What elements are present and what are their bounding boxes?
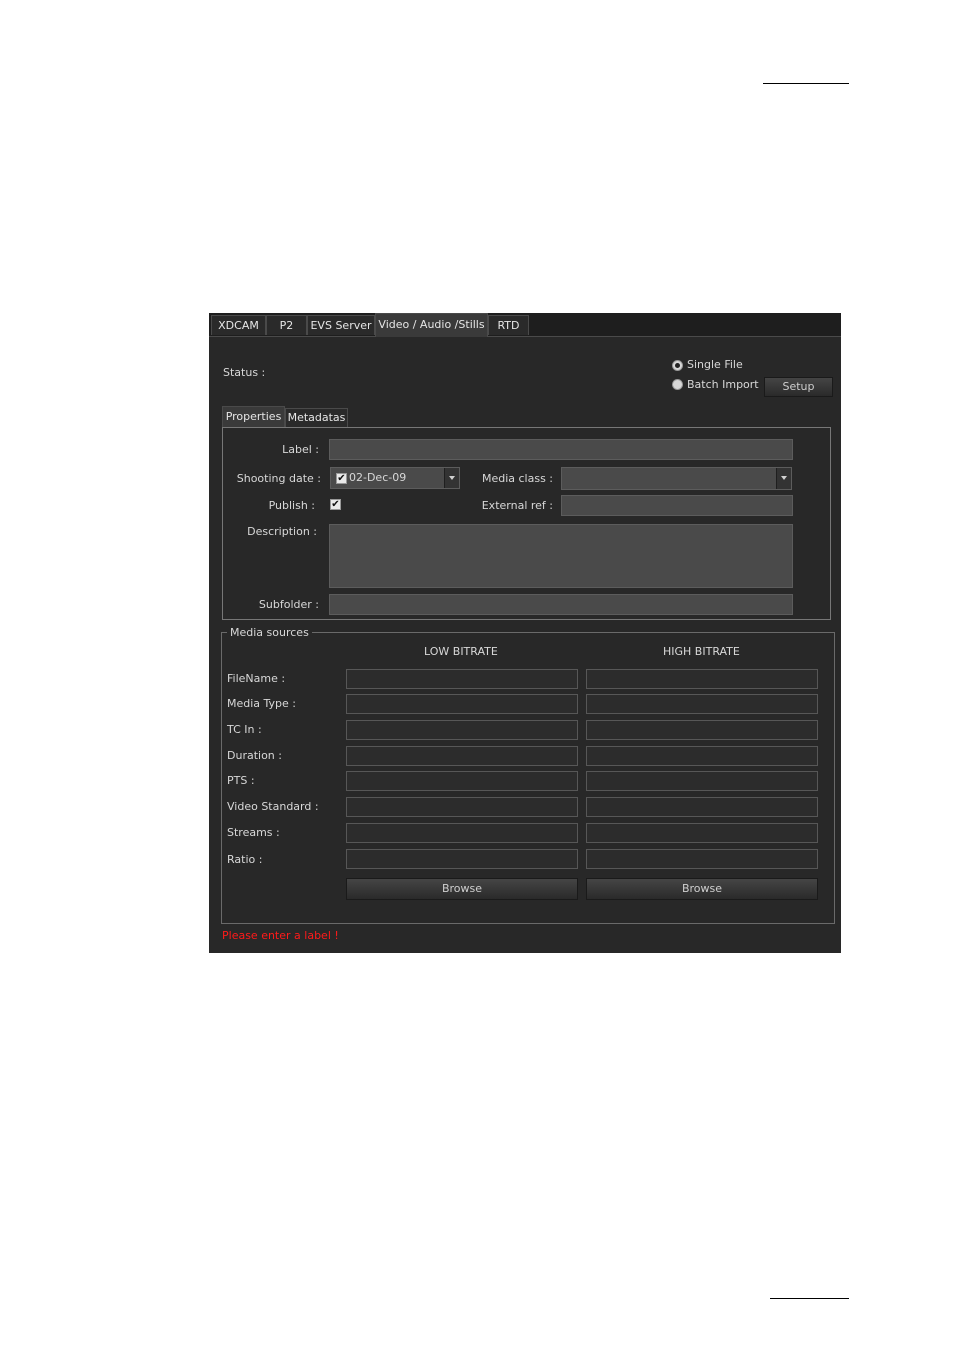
high-pts-field[interactable] <box>586 771 818 791</box>
source-tab-bar: XDCAM P2 EVS Server Video / Audio /Still… <box>209 313 841 337</box>
shooting-date-value: 02-Dec-09 <box>349 471 407 484</box>
media-row-label: FileName : <box>227 672 286 685</box>
media-sources-legend: Media sources <box>227 626 312 639</box>
single-file-label[interactable]: Single File <box>687 358 743 371</box>
low-bitrate-header: LOW BITRATE <box>424 645 498 658</box>
shooting-date-picker[interactable]: ✔ 02-Dec-09 <box>330 467 460 489</box>
media-row-label: Ratio : <box>227 853 263 866</box>
footer-rule <box>770 1298 849 1299</box>
subfolder-label: Subfolder : <box>258 598 319 611</box>
external-ref-input[interactable] <box>561 495 793 516</box>
high-video-standard-field[interactable] <box>586 797 818 817</box>
error-message: Please enter a label ! <box>222 929 339 942</box>
high-tc-in-field[interactable] <box>586 720 818 740</box>
batch-import-label[interactable]: Batch Import <box>687 378 759 391</box>
high-streams-field[interactable] <box>586 823 818 843</box>
media-row-label: Duration : <box>227 749 282 762</box>
high-bitrate-header: HIGH BITRATE <box>663 645 740 658</box>
media-row-label: PTS : <box>227 774 255 787</box>
publish-label: Publish : <box>268 499 315 512</box>
status-label: Status : <box>223 366 266 379</box>
high-filename-field[interactable] <box>586 669 818 689</box>
media-row-label: Video Standard : <box>227 800 319 813</box>
description-textarea[interactable] <box>329 524 793 588</box>
chevron-down-icon[interactable] <box>776 468 791 489</box>
low-duration-field[interactable] <box>346 746 578 766</box>
tab-metadatas[interactable]: Metadatas <box>285 408 348 427</box>
label-input[interactable] <box>329 439 793 460</box>
high-duration-field[interactable] <box>586 746 818 766</box>
browse-high-button[interactable]: Browse <box>586 878 818 900</box>
media-row-label: TC In : <box>227 723 262 736</box>
setup-button[interactable]: Setup <box>764 377 833 397</box>
tab-video-audio-stills[interactable]: Video / Audio /Stills <box>375 313 488 337</box>
tab-rtd[interactable]: RTD <box>488 315 529 335</box>
high-media-type-field[interactable] <box>586 694 818 714</box>
tab-properties[interactable]: Properties <box>222 406 285 427</box>
label-field-label: Label : <box>282 443 319 456</box>
batch-import-radio[interactable] <box>672 379 683 390</box>
low-video-standard-field[interactable] <box>346 797 578 817</box>
high-ratio-field[interactable] <box>586 849 818 869</box>
low-media-type-field[interactable] <box>346 694 578 714</box>
single-file-radio[interactable] <box>672 360 683 371</box>
low-tc-in-field[interactable] <box>346 720 578 740</box>
media-class-select[interactable] <box>561 467 792 490</box>
subfolder-input[interactable] <box>329 594 793 615</box>
tab-xdcam[interactable]: XDCAM <box>211 315 266 335</box>
import-panel: XDCAM P2 EVS Server Video / Audio /Still… <box>209 313 841 953</box>
browse-low-button[interactable]: Browse <box>346 878 578 900</box>
low-filename-field[interactable] <box>346 669 578 689</box>
header-rule <box>763 83 849 84</box>
shooting-date-label: Shooting date : <box>236 472 321 485</box>
low-streams-field[interactable] <box>346 823 578 843</box>
tab-evs-server[interactable]: EVS Server <box>307 315 375 335</box>
shooting-date-checkbox[interactable]: ✔ <box>336 473 347 484</box>
tab-p2[interactable]: P2 <box>266 315 307 335</box>
low-pts-field[interactable] <box>346 771 578 791</box>
publish-checkbox[interactable]: ✔ <box>330 499 341 510</box>
external-ref-label: External ref : <box>481 499 553 512</box>
media-row-label: Media Type : <box>227 697 297 710</box>
description-label: Description : <box>247 525 317 538</box>
media-class-label: Media class : <box>481 472 553 485</box>
chevron-down-icon[interactable] <box>444 468 459 488</box>
media-row-label: Streams : <box>227 826 280 839</box>
low-ratio-field[interactable] <box>346 849 578 869</box>
